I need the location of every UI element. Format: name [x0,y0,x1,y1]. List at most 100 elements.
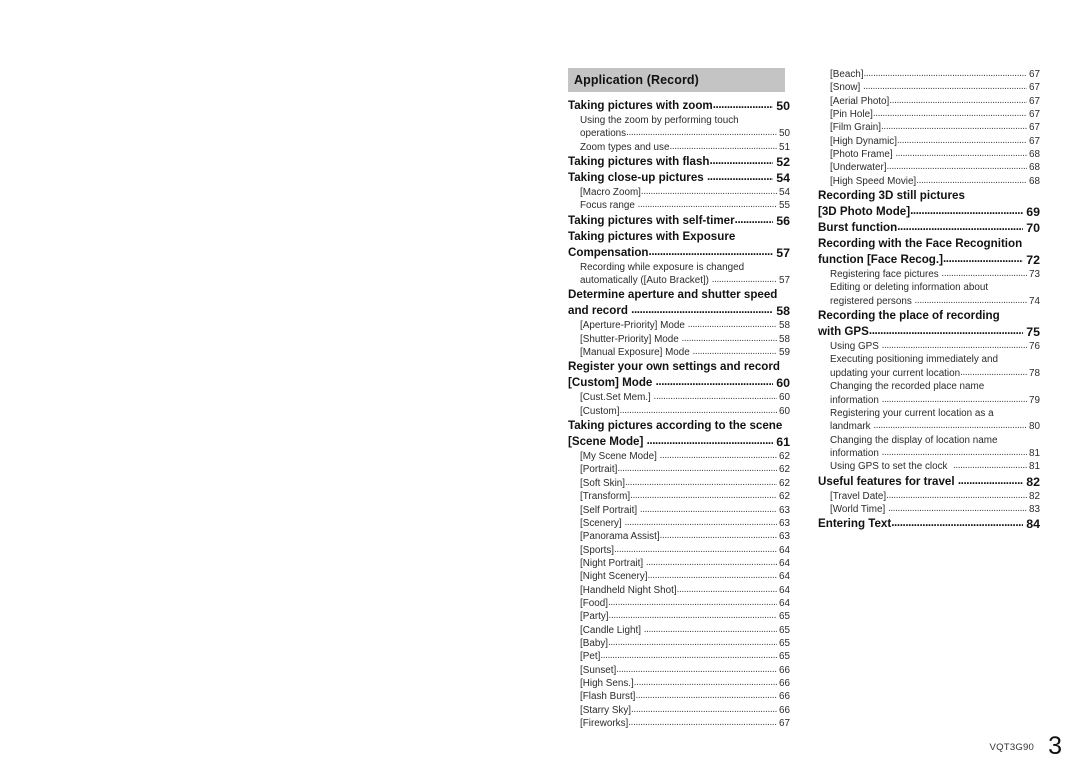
toc-left-entry[interactable]: [Starry Sky]............................… [568,704,790,717]
toc-entry-label: Zoom types and use [580,141,670,153]
toc-left-entry[interactable]: [Candle Light] .........................… [568,624,790,637]
toc-left-entry[interactable]: Using the zoom by performing touch......… [568,114,790,127]
toc-right-entry[interactable]: Changing the display of location name...… [818,434,1040,447]
toc-left-entry[interactable]: [Baby]..................................… [568,637,790,650]
toc-entry-page: 64 [779,557,790,569]
toc-left-entry[interactable]: [Custom] Mode ..........................… [568,375,790,391]
toc-right-entry[interactable]: Editing or deleting information about...… [818,281,1040,294]
toc-left-entry[interactable]: [Fireworks].............................… [568,717,790,730]
toc-left-entry[interactable]: [Pet]...................................… [568,650,790,663]
toc-right-entry[interactable]: Changing the recorded place name........… [818,380,1040,393]
toc-left-entry[interactable]: [Macro Zoom]............................… [568,186,790,199]
toc-entry-page: 79 [1029,394,1040,406]
toc-dot-leader: ........................................… [957,473,1023,487]
toc-left-entry[interactable]: [Panorama Assist].......................… [568,530,790,543]
toc-right-entry[interactable]: Registering your current location as a..… [818,407,1040,420]
toc-left-entry[interactable]: [Transform].............................… [568,490,790,503]
toc-left-entry[interactable]: Focus range ............................… [568,199,790,212]
toc-entry-label: [Aerial Photo] [830,95,890,107]
toc-entry-label: Compensation [568,245,649,259]
toc-dot-leader: ........................................… [643,623,778,635]
toc-right-entry[interactable]: [World Time] ...........................… [818,503,1040,516]
toc-dot-leader: ........................................… [862,81,1027,93]
toc-left-entry[interactable]: Compensation............................… [568,245,790,261]
toc-entry-label: [High Sens.] [580,677,634,689]
toc-right-entry[interactable]: [Film Grain]............................… [818,121,1040,134]
toc-right-entry[interactable]: Useful features for travel .............… [818,474,1040,490]
toc-left-entry[interactable]: Determine aperture and shutter speed....… [568,287,790,303]
toc-right-entry[interactable]: Using GPS ..............................… [818,340,1040,353]
toc-right-entry[interactable]: [High Dynamic]..........................… [818,135,1040,148]
toc-left-entry[interactable]: [Flash Burst]...........................… [568,690,790,703]
toc-left-entry[interactable]: [Party].................................… [568,610,790,623]
toc-left-entry[interactable]: [Food]..................................… [568,597,790,610]
toc-entry-page: 58 [779,333,790,345]
toc-left-entry[interactable]: [Handheld Night Shot]...................… [568,584,790,597]
toc-right-entry[interactable]: registered persons .....................… [818,295,1040,308]
toc-right-entry[interactable]: [Snow] .................................… [818,81,1040,94]
toc-left-entry[interactable]: Taking pictures with Exposure...........… [568,229,790,245]
toc-left-entry[interactable]: and record .............................… [568,303,790,319]
toc-left-entry[interactable]: Taking pictures with zoom...............… [568,98,790,114]
toc-right-entry[interactable]: [Underwater]............................… [818,161,1040,174]
toc-entry-page: 72 [1026,253,1040,268]
toc-right-entry[interactable]: [Photo Frame] ..........................… [818,148,1040,161]
toc-dot-leader: ........................................… [910,204,1023,218]
toc-left-entry[interactable]: [Soft Skin].............................… [568,477,790,490]
toc-left-entry[interactable]: [Portrait]..............................… [568,463,790,476]
page-footer: VQT3G90 3 [990,730,1063,759]
toc-entry-page: 68 [1029,149,1040,161]
toc-left-entry[interactable]: operations..............................… [568,127,790,140]
toc-left-entry[interactable]: automatically ([Auto Bracket]) .........… [568,274,790,287]
toc-left-entry[interactable]: [High Sens.]............................… [568,677,790,690]
toc-right-entry[interactable]: with GPS................................… [818,324,1040,340]
toc-left-entry[interactable]: [Self Portrait] ........................… [568,504,790,517]
toc-left-entry[interactable]: [Cust.Set Mem.] ........................… [568,391,790,404]
toc-right-entry[interactable]: Using GPS to set the clock .............… [818,460,1040,473]
toc-right-entry[interactable]: [Aerial Photo]..........................… [818,95,1040,108]
toc-left-entry[interactable]: [Shutter-Priority] Mode ................… [568,333,790,346]
toc-left-entry[interactable]: [Custom]................................… [568,405,790,418]
toc-left-entry[interactable]: [Sports]................................… [568,544,790,557]
toc-left-entry[interactable]: Taking pictures according to the scene..… [568,418,790,434]
toc-entry-page: 67 [1029,82,1040,94]
toc-right-entry[interactable]: function [Face Recog.]..................… [818,252,1040,268]
toc-right-entry[interactable]: [Pin Hole]..............................… [818,108,1040,121]
toc-right-entry[interactable]: Recording 3D still pictures.............… [818,188,1040,204]
toc-left-entry[interactable]: Recording while exposure is changed.....… [568,261,790,274]
toc-right-entry[interactable]: [Travel Date]...........................… [818,490,1040,503]
toc-right-entry[interactable]: Recording the place of recording........… [818,308,1040,324]
toc-left-entry[interactable]: [Scene Mode] ...........................… [568,434,790,450]
toc-entry-label: [Candle Light] [580,624,644,636]
toc-entry-page: 68 [1029,175,1040,187]
toc-dot-leader: ........................................… [617,463,778,475]
toc-entry-page: 52 [776,155,790,170]
toc-left-entry[interactable]: [My Scene Mode] ........................… [568,450,790,463]
toc-right-entry[interactable]: Burst function..........................… [818,220,1040,236]
toc-right-entry[interactable]: [Beach].................................… [818,68,1040,81]
toc-right-entry[interactable]: Entering Text...........................… [818,516,1040,532]
toc-left-entry[interactable]: Zoom types and use......................… [568,141,790,154]
toc-right-entry[interactable]: [3D Photo Mode].........................… [818,204,1040,220]
toc-left-entry[interactable]: [Night Portrait] .......................… [568,557,790,570]
toc-left-entry[interactable]: Taking pictures with flash..............… [568,154,790,170]
toc-left-entry[interactable]: [Manual Exposure] Mode .................… [568,346,790,359]
toc-left-entry[interactable]: [Sunset]................................… [568,664,790,677]
toc-entry-page: 75 [1026,325,1040,340]
toc-left-entry[interactable]: Taking pictures with self-timer.........… [568,213,790,229]
toc-left-entry[interactable]: Taking close-up pictures ...............… [568,170,790,186]
toc-left-entry[interactable]: [Scenery] ..............................… [568,517,790,530]
toc-right-entry[interactable]: [High Speed Movie]......................… [818,175,1040,188]
toc-left-entry[interactable]: [Aperture-Priority] Mode ...............… [568,319,790,332]
toc-entry-label: information [830,394,882,406]
toc-right-entry[interactable]: information ............................… [818,394,1040,407]
toc-right-entry[interactable]: Recording with the Face Recognition.....… [818,236,1040,252]
toc-right-entry[interactable]: Registering face pictures ..............… [818,268,1040,281]
toc-left-entry[interactable]: Register your own settings and record...… [568,359,790,375]
toc-dot-leader: ........................................… [873,420,1027,432]
toc-left-entry[interactable]: [Night Scenery].........................… [568,570,790,583]
toc-right-entry[interactable]: information ............................… [818,447,1040,460]
toc-right-entry[interactable]: updating your current location..........… [818,367,1040,380]
toc-right-entry[interactable]: Executing positioning immediately and...… [818,353,1040,366]
toc-right-entry[interactable]: landmark ...............................… [818,420,1040,433]
